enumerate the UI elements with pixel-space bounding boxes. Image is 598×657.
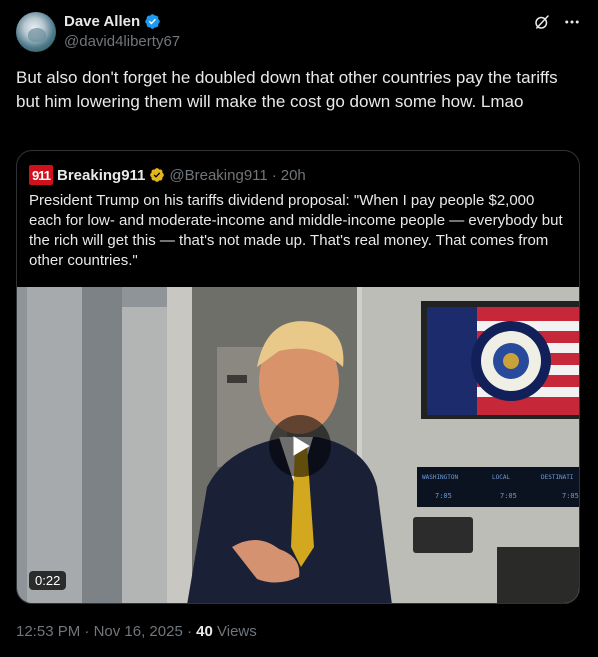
- post-date[interactable]: Nov 16, 2025: [94, 623, 183, 640]
- post-time[interactable]: 12:53 PM: [16, 623, 80, 640]
- meta-separator: ·: [84, 623, 90, 640]
- video-duration: 0:22: [29, 571, 67, 590]
- post-meta: 12:53 PM · Nov 16, 2025 · 40 Views: [16, 623, 257, 640]
- grok-button[interactable]: [532, 12, 552, 32]
- quoted-separator: ·: [271, 166, 277, 184]
- more-options-button[interactable]: [562, 12, 582, 32]
- quoted-avatar[interactable]: 911: [29, 165, 53, 185]
- views-label: Views: [217, 623, 257, 640]
- author-handle[interactable]: @david4liberty67: [64, 33, 180, 50]
- quoted-author-name[interactable]: Breaking911: [57, 167, 145, 184]
- play-button[interactable]: [269, 415, 331, 477]
- more-options-icon: [565, 20, 579, 24]
- screen-time-1: 7:05: [435, 492, 452, 500]
- verified-badge-icon: [145, 14, 160, 29]
- quoted-text: President Trump on his tariffs dividend …: [29, 192, 563, 269]
- screen-time-3: 7:05: [562, 492, 579, 500]
- quoted-timestamp[interactable]: 20h: [281, 167, 306, 184]
- tweet-text: But also don't forget he doubled down th…: [16, 68, 563, 111]
- quoted-author-handle[interactable]: @Breaking911: [169, 167, 267, 184]
- meta-separator: ·: [186, 623, 192, 640]
- play-icon: [293, 436, 310, 456]
- grok-icon: [535, 15, 549, 29]
- views-count: 40: [196, 623, 213, 640]
- author-block: Dave Allen @david4liberty67: [64, 12, 180, 50]
- post-actions: [532, 12, 582, 32]
- screen-label-destination: DESTINATI: [541, 474, 574, 481]
- quoted-post[interactable]: 911 Breaking911 @Breaking911 · 20h Presi…: [16, 150, 580, 604]
- author-avatar[interactable]: [16, 12, 56, 52]
- author-name[interactable]: Dave Allen: [64, 13, 140, 30]
- screen-label-local: LOCAL: [492, 474, 510, 481]
- screen-label-washington: WASHINGTON: [422, 474, 459, 481]
- video-player[interactable]: WASHINGTON LOCAL DESTINATI 7:05 7:05 7:0…: [17, 287, 579, 603]
- screen-time-2: 7:05: [500, 492, 517, 500]
- verified-gold-badge-icon: [150, 168, 165, 182]
- quoted-post-header: 911 Breaking911 @Breaking911 · 20h: [29, 165, 306, 185]
